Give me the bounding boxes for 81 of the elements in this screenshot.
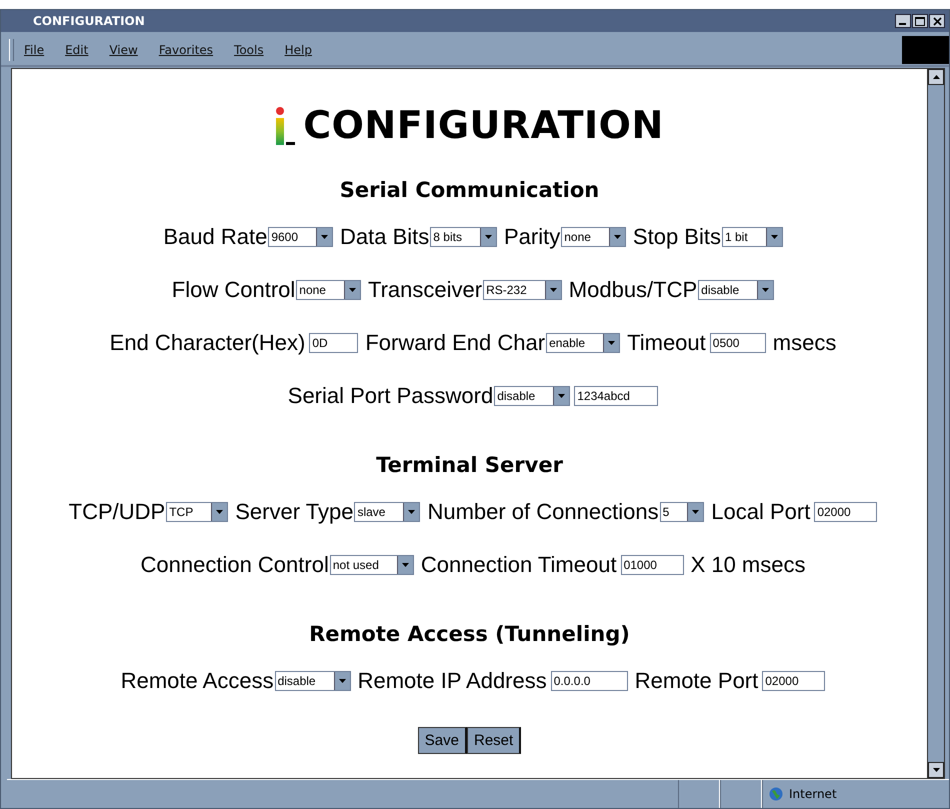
input-field[interactable]: 02000 (762, 670, 826, 690)
dropdown-field[interactable]: enable (546, 332, 620, 352)
caret-icon (402, 562, 409, 566)
dropdown-field[interactable]: slave (354, 502, 420, 522)
dropdown-field[interactable]: not used (330, 554, 414, 574)
caret-icon (608, 340, 616, 344)
field-label: Remote IP Address (358, 668, 547, 694)
logo-icon (275, 107, 298, 147)
menu-item[interactable]: View (109, 43, 138, 57)
field-label: Connection Timeout (420, 552, 617, 578)
caret-icon (338, 678, 346, 682)
caret-icon (614, 234, 621, 238)
input-field[interactable]: 0.0.0.0 (550, 670, 628, 690)
dropdown-field[interactable]: 9600 (268, 226, 334, 246)
maximize-icon (915, 16, 925, 26)
field-label: Number of Connections (427, 498, 659, 524)
field-label: Forward End Char (365, 330, 546, 356)
field-label: Flow Control (172, 276, 296, 302)
menu-item[interactable]: Tools (234, 43, 264, 57)
close-button[interactable] (929, 14, 945, 28)
dropdown-field[interactable]: disable (698, 280, 774, 300)
menu-item[interactable]: Favorites (158, 43, 214, 57)
globe-icon (769, 787, 783, 801)
zone-label: Internet (789, 787, 837, 801)
field-label: Timeout (627, 330, 706, 356)
dropdown-field[interactable]: disable (494, 386, 570, 406)
caret-icon (348, 288, 356, 292)
field-label: Baud Rate (163, 224, 268, 250)
section-heading: Serial Communication (340, 177, 600, 204)
caret-icon (932, 75, 940, 79)
field-label: Transceiver (368, 276, 482, 302)
page-title: CONFIGURATION (303, 103, 664, 147)
close-icon (932, 16, 942, 26)
field-label: Remote Access (120, 668, 274, 694)
field-label: TCP/UDP (68, 498, 166, 524)
field-label: Local Port (711, 498, 810, 524)
input-field[interactable]: 01000 (620, 554, 684, 574)
maximize-button[interactable] (912, 14, 928, 28)
section-heading: Terminal Server (376, 452, 563, 479)
menu-item[interactable]: Help (284, 43, 312, 57)
dropdown-field[interactable]: 5 (660, 502, 704, 522)
caret-icon (558, 394, 566, 398)
input-field[interactable]: 0500 (710, 332, 766, 352)
minimize-button[interactable] (895, 14, 911, 28)
input-field[interactable]: 0D (309, 332, 358, 352)
caret-icon (770, 234, 778, 238)
section-heading: Remote Access (Tunneling) (309, 621, 630, 648)
menu-item[interactable]: Edit (65, 43, 88, 57)
field-label: msecs (772, 330, 836, 356)
field-label: Parity (504, 224, 560, 250)
field-label: Stop Bits (632, 224, 721, 250)
field-label: Modbus/TCP (568, 276, 698, 302)
field-label: Data Bits (340, 224, 430, 250)
dropdown-field[interactable]: RS-232 (483, 280, 562, 300)
caret-icon (321, 234, 328, 238)
caret-icon (408, 510, 416, 514)
caret-icon (762, 288, 770, 292)
form-button[interactable]: Save (418, 727, 467, 754)
caret-icon (692, 510, 700, 514)
caret-icon (484, 234, 492, 238)
window-title: CONFIGURATION (33, 14, 145, 28)
caret-icon (932, 768, 940, 772)
throbber-panel (902, 36, 949, 64)
field-label: End Character(Hex) (110, 330, 306, 356)
dropdown-field[interactable]: TCP (166, 502, 228, 522)
field-label: X 10 msecs (690, 552, 806, 578)
input-field[interactable]: 02000 (814, 502, 878, 522)
dropdown-field[interactable]: none (561, 226, 626, 246)
field-label: Remote Port (634, 668, 758, 694)
form-button[interactable]: Reset (467, 727, 522, 754)
dropdown-field[interactable]: 8 bits (430, 226, 497, 246)
field-label: Connection Control (140, 552, 329, 578)
caret-icon (216, 510, 224, 514)
dropdown-field[interactable]: disable (274, 670, 351, 690)
caret-icon (550, 288, 557, 292)
field-label: Serial Port Password (288, 382, 494, 408)
dropdown-field[interactable]: none (296, 280, 361, 300)
field-label: Server Type (235, 498, 354, 524)
input-field[interactable]: 1234abcd (574, 386, 658, 406)
dropdown-field[interactable]: 1 bit (722, 226, 783, 246)
menu-item[interactable]: File (24, 43, 44, 57)
